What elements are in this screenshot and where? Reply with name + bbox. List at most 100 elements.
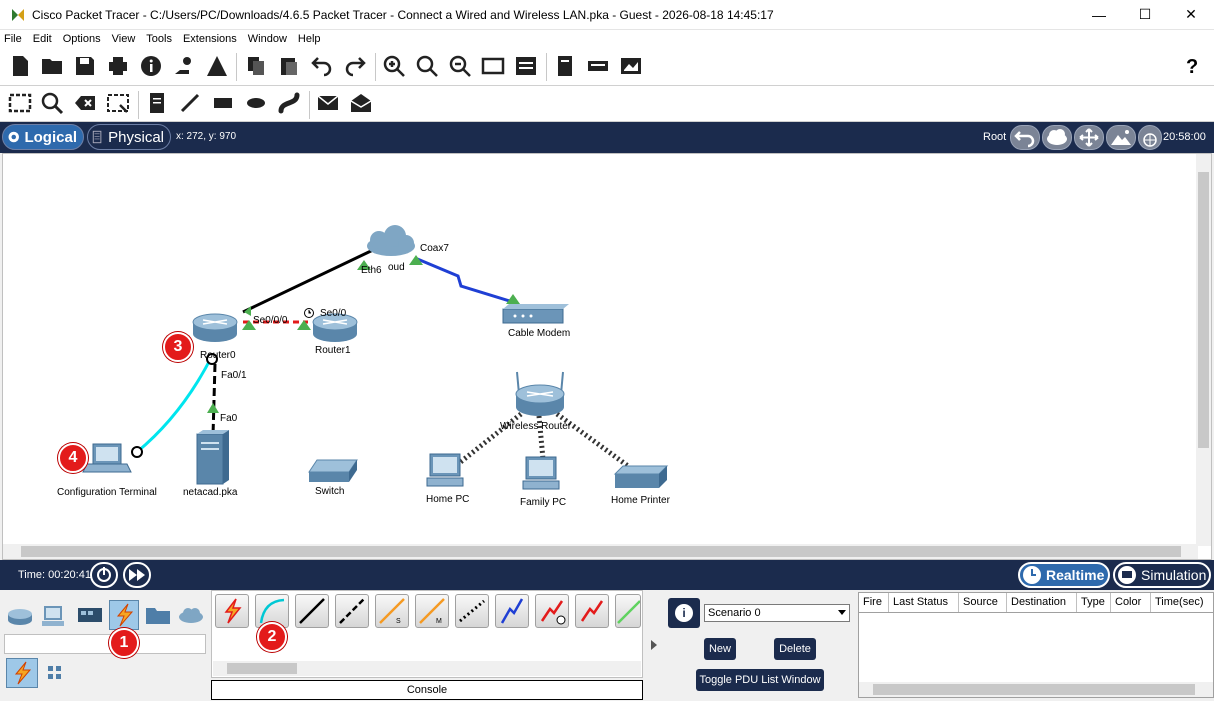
custom-device-icon[interactable]: [205, 54, 229, 78]
ipc-icon[interactable]: [553, 54, 577, 78]
connection-phone[interactable]: [455, 594, 489, 628]
move-object-button[interactable]: [1074, 125, 1104, 150]
panel-collapse-arrow-icon[interactable]: [649, 638, 659, 652]
col-color[interactable]: Color: [1111, 593, 1151, 612]
connection-serial-dte[interactable]: [575, 594, 609, 628]
connection-serial-dce[interactable]: [535, 594, 569, 628]
menu-extensions[interactable]: Extensions: [183, 33, 237, 45]
inspect-tool-icon[interactable]: [40, 91, 64, 115]
link-cloud-cablemodem[interactable]: [414, 256, 514, 304]
family-pc-device[interactable]: [522, 456, 560, 490]
draw-line-icon[interactable]: [178, 91, 202, 115]
place-note-icon[interactable]: [145, 91, 169, 115]
activity-wizard-icon[interactable]: [172, 54, 196, 78]
network-devices-category-icon[interactable]: [6, 602, 34, 628]
cable-modem-device[interactable]: [502, 304, 569, 324]
col-last-status[interactable]: Last Status: [889, 593, 959, 612]
physical-tab[interactable]: Physical: [87, 124, 171, 150]
connection-coaxial[interactable]: [495, 594, 529, 628]
connections-subtype-button[interactable]: [6, 658, 38, 688]
complex-pdu-icon[interactable]: [349, 91, 373, 115]
wireless-router-device[interactable]: [515, 371, 565, 416]
horizontal-scroll-thumb[interactable]: [21, 546, 1181, 557]
end-devices-category-icon[interactable]: [40, 602, 68, 628]
grid-icon[interactable]: [46, 664, 64, 682]
undo-icon[interactable]: [310, 54, 334, 78]
fast-forward-button[interactable]: [123, 562, 151, 588]
link-router0-server[interactable]: [211, 363, 217, 437]
connection-octal[interactable]: [615, 594, 641, 628]
screenshot-icon[interactable]: [619, 54, 643, 78]
open-folder-icon[interactable]: [40, 54, 64, 78]
copy-icon[interactable]: [244, 54, 268, 78]
save-icon[interactable]: [73, 54, 97, 78]
logical-tab[interactable]: Logical: [2, 124, 84, 150]
connection-copper-cross[interactable]: [335, 594, 369, 628]
connection-copper-straight[interactable]: [295, 594, 329, 628]
new-scenario-button[interactable]: New: [704, 638, 736, 660]
scenario-select[interactable]: Scenario 0: [704, 604, 850, 622]
horizontal-scrollbar[interactable]: [3, 544, 1198, 559]
col-fire[interactable]: Fire: [859, 593, 889, 612]
delete-scenario-button[interactable]: Delete: [774, 638, 816, 660]
router0-device[interactable]: [192, 313, 238, 342]
new-cluster-button[interactable]: [1042, 125, 1072, 150]
col-destination[interactable]: Destination: [1007, 593, 1077, 612]
custom-devices-dialog-icon[interactable]: [514, 54, 538, 78]
network-info-icon[interactable]: [586, 54, 610, 78]
info-icon[interactable]: [139, 54, 163, 78]
zoom-in-icon[interactable]: [382, 54, 406, 78]
logical-workspace[interactable]: oud Cable Modem Router0 Router1 Wireless…: [2, 153, 1212, 560]
minimize-button[interactable]: —: [1076, 0, 1122, 30]
menu-options[interactable]: Options: [63, 33, 101, 45]
draw-rectangle-icon[interactable]: [211, 91, 235, 115]
close-button[interactable]: ✕: [1168, 0, 1214, 30]
viewport-button[interactable]: [1138, 125, 1162, 150]
connection-list-hscroll[interactable]: [213, 661, 641, 676]
menu-edit[interactable]: Edit: [33, 33, 52, 45]
power-cycle-button[interactable]: [90, 562, 118, 588]
category-search-box[interactable]: [4, 634, 206, 654]
new-file-icon[interactable]: [8, 54, 32, 78]
select-tool-icon[interactable]: [8, 91, 32, 115]
realtime-mode-button[interactable]: Realtime: [1018, 562, 1110, 588]
pdu-table-hscroll-thumb[interactable]: [873, 684, 1195, 695]
help-icon[interactable]: ?: [1186, 56, 1198, 79]
home-pc-device[interactable]: [426, 453, 464, 487]
maximize-button[interactable]: ☐: [1122, 0, 1168, 30]
vertical-scrollbar[interactable]: [1196, 154, 1211, 546]
switch-device[interactable]: [308, 459, 358, 482]
set-tiled-background-button[interactable]: [1106, 125, 1136, 150]
link-router0-cloud[interactable]: [242, 248, 374, 314]
zoom-out-icon[interactable]: [448, 54, 472, 78]
freeform-icon[interactable]: [277, 91, 301, 115]
miscellaneous-category-icon[interactable]: [144, 602, 172, 628]
connection-fiber[interactable]: S: [375, 594, 409, 628]
drawing-palette-icon[interactable]: [481, 54, 505, 78]
connection-fiber-multimode[interactable]: M: [415, 594, 449, 628]
simple-pdu-icon[interactable]: [316, 91, 340, 115]
redo-icon[interactable]: [343, 54, 367, 78]
delete-tool-icon[interactable]: [73, 91, 97, 115]
resize-shape-icon[interactable]: [106, 91, 130, 115]
configuration-terminal-device[interactable]: [82, 443, 132, 473]
vertical-scroll-thumb[interactable]: [1198, 172, 1209, 448]
scenario-info-button[interactable]: i: [668, 598, 700, 628]
menu-help[interactable]: Help: [298, 33, 321, 45]
zoom-reset-icon[interactable]: [415, 54, 439, 78]
menu-view[interactable]: View: [112, 33, 136, 45]
pdu-table-hscroll[interactable]: [859, 682, 1213, 697]
col-type[interactable]: Type: [1077, 593, 1111, 612]
paste-icon[interactable]: [277, 54, 301, 78]
simulation-mode-button[interactable]: Simulation: [1113, 562, 1211, 588]
col-time-sec[interactable]: Time(sec): [1151, 593, 1211, 612]
menu-tools[interactable]: Tools: [146, 33, 172, 45]
draw-ellipse-icon[interactable]: [244, 91, 268, 115]
menu-window[interactable]: Window: [248, 33, 287, 45]
components-category-icon[interactable]: [76, 602, 104, 628]
menu-file[interactable]: File: [4, 33, 22, 45]
toggle-pdu-list-button[interactable]: Toggle PDU List Window: [696, 669, 824, 691]
connections-category-button[interactable]: [109, 600, 139, 630]
connection-automatic[interactable]: [215, 594, 249, 628]
back-button[interactable]: [1010, 125, 1040, 150]
